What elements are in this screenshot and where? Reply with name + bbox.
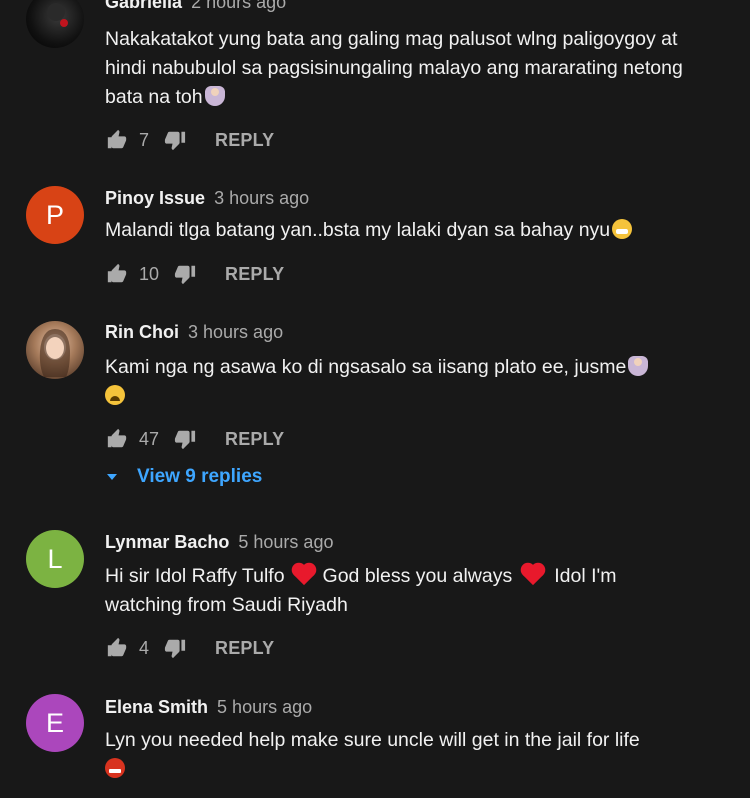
author-name[interactable]: Lynmar Bacho [105,532,229,552]
thumbs-up-icon[interactable] [105,262,129,286]
avatar-letter: L [47,543,63,574]
comment-meta: Pinoy Issue 3 hours ago [105,188,309,209]
author-name[interactable]: Rin Choi [105,322,179,342]
thumbs-down-icon[interactable] [163,636,187,660]
comment-actions: 47 REPLY [105,427,284,451]
comment-time[interactable]: 2 hours ago [191,0,286,12]
author-name[interactable]: Elena Smith [105,697,208,717]
angry-face-emoji-icon [105,758,125,778]
comment-text-body: Nakakatakot yung bata ang galing mag pal… [105,28,683,108]
comment-text: Malandi tlga batang yan..bsta my lalaki … [105,216,685,245]
avatar-image [39,329,70,377]
thumbs-up-icon[interactable] [105,636,129,660]
like-count: 7 [139,129,150,150]
like-count: 4 [139,637,150,658]
avatar[interactable]: L [26,530,84,588]
comment-actions: 10 REPLY [105,262,284,286]
caret-down-icon [107,474,117,480]
comment-text: Lyn you needed help make sure uncle will… [105,726,685,784]
author-name[interactable]: Gabriella [105,0,182,12]
red-heart-icon [523,564,544,586]
comment-text-body: Lyn you needed help make sure uncle will… [105,729,640,751]
reply-button[interactable]: REPLY [215,130,274,151]
like-count: 47 [139,428,160,449]
comment-time[interactable]: 5 hours ago [217,697,312,717]
comment-text-part: Hi sir Idol Raffy Tulfo [105,565,285,587]
avatar-letter: P [45,199,64,230]
person-shrugging-emoji-icon [628,356,649,376]
thumbs-down-icon[interactable] [173,262,197,286]
comment-actions: 7 REPLY [105,128,274,152]
person-shrugging-emoji-icon [204,86,225,106]
avatar[interactable]: E [26,694,84,752]
avatar-image [47,3,68,27]
reply-button[interactable]: REPLY [225,264,284,285]
red-heart-icon [293,564,314,586]
thumbs-up-icon[interactable] [105,128,129,152]
comment-meta: Rin Choi 3 hours ago [105,322,283,343]
reply-button[interactable]: REPLY [225,429,284,450]
thumbs-down-icon[interactable] [173,427,197,451]
comment-text: Nakakatakot yung bata ang galing mag pal… [105,25,685,112]
comment-time[interactable]: 5 hours ago [238,532,333,552]
worried-face-emoji-icon [105,385,125,405]
comment-text: Kami nga ng asawa ko di ngsasalo sa iisa… [105,353,685,411]
comment-text: Hi sir Idol Raffy Tulfo God bless you alw… [105,562,685,620]
thumbs-down-icon[interactable] [163,128,187,152]
comment-time[interactable]: 3 hours ago [188,322,283,342]
grinning-face-emoji-icon [612,219,633,239]
comment-time[interactable]: 3 hours ago [214,188,309,208]
avatar[interactable]: P [26,186,84,244]
thumbs-up-icon[interactable] [105,427,129,451]
comment-meta: Lynmar Bacho 5 hours ago [105,532,333,553]
view-replies-label: View 9 replies [137,466,263,487]
comment-text-body: Malandi tlga batang yan..bsta my lalaki … [105,219,611,241]
comment-actions: 4 REPLY [105,636,274,660]
comment-text-part: God bless you always [322,565,513,587]
avatar[interactable] [26,321,84,379]
avatar-letter: E [45,707,64,738]
avatar[interactable] [26,0,84,48]
author-name[interactable]: Pinoy Issue [105,188,205,208]
comment-meta: Gabriella 2 hours ago [105,0,286,13]
reply-button[interactable]: REPLY [215,638,274,659]
comment-text-body: Kami nga ng asawa ko di ngsasalo sa iisa… [105,356,627,378]
comment-meta: Elena Smith 5 hours ago [105,697,312,718]
view-replies-button[interactable]: View 9 replies [105,466,262,488]
like-count: 10 [139,263,160,284]
